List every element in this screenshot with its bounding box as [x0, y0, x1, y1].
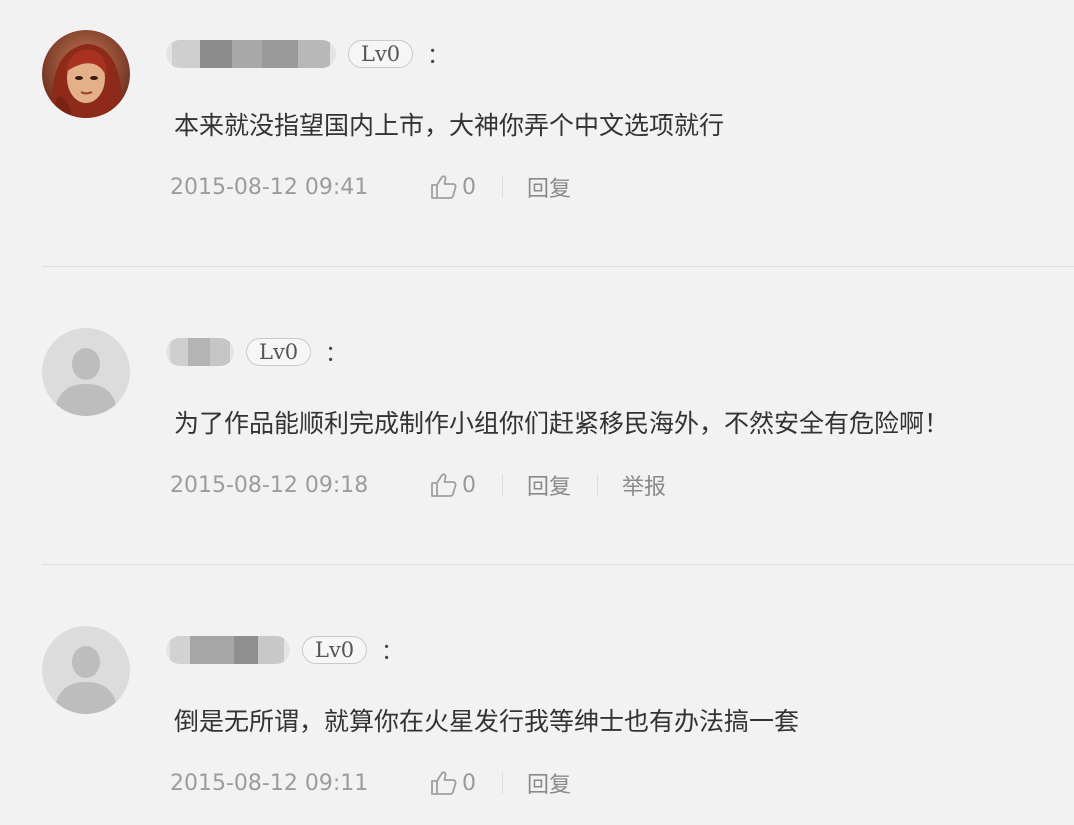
user-avatar[interactable]	[42, 626, 130, 714]
level-badge: Lv0	[302, 636, 368, 664]
like-button[interactable]: 0	[430, 770, 476, 796]
header-colon: ：	[381, 640, 404, 665]
comment-time: 2015-08-12 09:11	[170, 770, 369, 796]
comment-time: 2015-08-12 09:18	[170, 472, 369, 498]
meta-separator	[597, 474, 599, 496]
comment-meta: 2015-08-12 09:41 0 回复	[170, 171, 571, 203]
comment-text: 本来就没指望国内上市，大神你弄个中文选项就行	[174, 111, 725, 140]
like-count: 0	[462, 770, 476, 796]
reply-button[interactable]: 回复	[527, 767, 571, 799]
comment-meta: 2015-08-12 09:18 0 回复 举报	[170, 469, 666, 501]
comment-text: 倒是无所谓，就算你在火星发行我等绅士也有办法搞一套	[174, 707, 800, 736]
comment-time: 2015-08-12 09:41	[170, 174, 369, 200]
level-badge: Lv0	[246, 338, 312, 366]
report-button[interactable]: 举报	[622, 469, 666, 501]
like-count: 0	[462, 472, 476, 498]
thumbs-up-icon	[431, 175, 457, 199]
meta-separator	[502, 772, 503, 794]
avatar-image	[42, 30, 130, 118]
level-badge: Lv0	[348, 40, 414, 68]
username-redacted[interactable]	[166, 636, 290, 664]
comment-text: 为了作品能顺利完成制作小组你们赶紧移民海外，不然安全有危险啊！	[174, 409, 950, 438]
comment-meta: 2015-08-12 09:11 0 回复	[170, 767, 571, 799]
like-button[interactable]: 0	[430, 472, 476, 498]
comment-header: Lv0 ：	[166, 36, 449, 72]
username-redacted[interactable]	[166, 40, 336, 68]
meta-separator	[502, 176, 503, 198]
comment-header: Lv0 ：	[166, 334, 347, 370]
user-avatar[interactable]	[42, 30, 130, 118]
username-redacted[interactable]	[166, 338, 234, 366]
meta-separator	[502, 474, 503, 496]
reply-button[interactable]: 回复	[527, 171, 571, 203]
comment-header: Lv0 ：	[166, 632, 403, 668]
comment-divider	[42, 266, 1074, 267]
user-avatar[interactable]	[42, 328, 130, 416]
thumbs-up-icon	[431, 771, 457, 795]
comment-divider	[42, 564, 1074, 565]
reply-button[interactable]: 回复	[527, 469, 571, 501]
default-avatar-icon	[42, 328, 130, 416]
default-avatar-icon	[42, 626, 130, 714]
header-colon: ：	[427, 44, 450, 69]
like-button[interactable]: 0	[430, 174, 476, 200]
like-count: 0	[462, 174, 476, 200]
thumbs-up-icon	[431, 473, 457, 497]
header-colon: ：	[325, 342, 348, 367]
